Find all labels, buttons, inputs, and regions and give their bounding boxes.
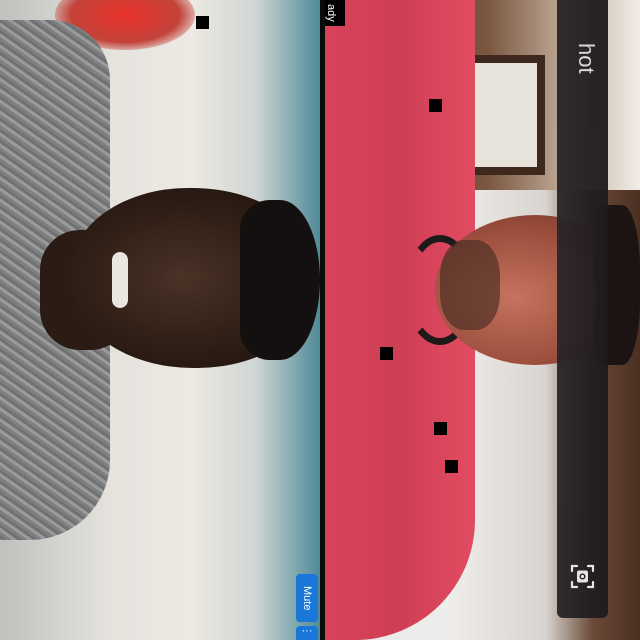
redaction-marker — [445, 460, 458, 473]
participant-name-tag: ady — [325, 0, 345, 26]
redaction-marker — [429, 99, 442, 112]
left-participant-smile — [112, 252, 128, 308]
mute-button[interactable]: Mute — [296, 574, 318, 622]
screenshot-panel: hot — [557, 0, 608, 618]
mute-button-label: Mute — [301, 585, 313, 611]
right-participant-beard — [440, 240, 500, 330]
redaction-marker — [196, 16, 209, 29]
screenshot-icon[interactable] — [569, 563, 596, 590]
redaction-marker — [434, 422, 447, 435]
left-video-tile — [0, 0, 320, 640]
participant-name-text: ady — [325, 4, 337, 22]
screenshot-panel-title-text: hot — [574, 43, 599, 74]
more-options-label: ··· — [301, 625, 313, 637]
more-options-button[interactable]: ··· — [296, 626, 318, 640]
left-participant-hair — [240, 200, 320, 360]
screenshot-panel-title: hot — [569, 14, 599, 74]
redaction-marker — [380, 347, 393, 360]
